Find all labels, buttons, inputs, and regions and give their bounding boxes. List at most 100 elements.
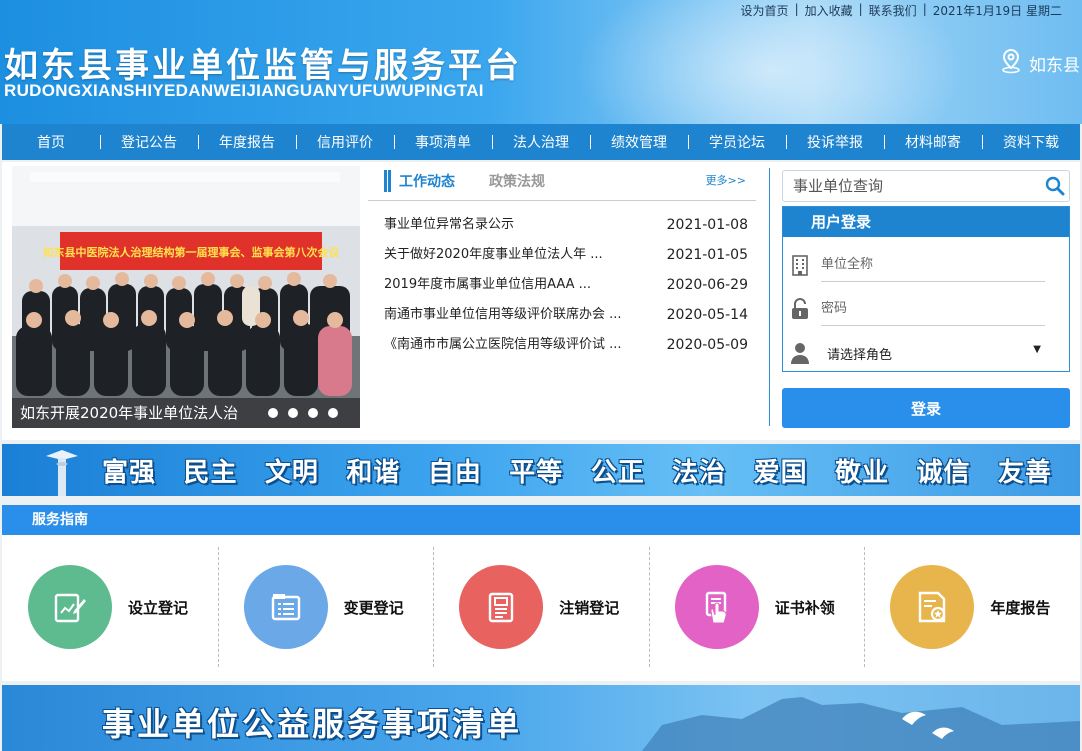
news-slideshow[interactable]: 如东县中医院法人治理结构第一届理事会、监事会第八次会议 如东开展2020年事业单… [12,166,360,428]
tab-work-news[interactable]: 工作动态 [399,171,455,191]
nav-item-item-list[interactable]: 事项清单 [394,132,492,152]
login-box: 用户登录 请选择角色 ▼ [782,206,1070,372]
value-word: 文明 [264,457,319,488]
divider [368,200,756,201]
nav-item-home[interactable]: 首页 [2,132,100,152]
core-values-banner: 富强 民主 文明 和谐 自由 平等 公正 法治 爱国 敬业 诚信 友善 [2,444,1080,496]
news-title: 关于做好2020年度事业单位法人年 ... [384,247,603,262]
login-button[interactable]: 登录 [782,388,1070,428]
nav-item-mail[interactable]: 材料邮寄 [884,132,982,152]
main-panel: 如东县中医院法人治理结构第一届理事会、监事会第八次会议 如东开展2020年事业单… [2,162,1080,440]
value-word: 自由 [427,457,482,488]
vertical-divider [769,168,770,426]
value-word: 诚信 [916,457,971,488]
value-word: 富强 [102,457,157,488]
service-label: 设立登记 [128,598,189,617]
service-certificate-reissue[interactable]: 证书补领 [648,547,865,667]
unit-search-box [782,170,1070,202]
role-row: 请选择角色 ▼ [783,331,1071,375]
login-title: 用户登录 [783,207,1069,237]
site-header: 设为首页 | 加入收藏 | 联系我们 | 2021年1月19日 星期二 如东县事… [0,0,1082,124]
core-values-words: 富强 民主 文明 和谐 自由 平等 公正 法治 爱国 敬业 诚信 友善 [102,444,1052,496]
divider: | [794,2,799,16]
add-favorite-link[interactable]: 加入收藏 [805,2,853,19]
user-icon [783,342,817,364]
slide-dot[interactable] [328,408,338,418]
news-date: 2020-06-29 [666,277,748,293]
news-date: 2020-05-09 [666,337,748,353]
service-label: 变更登记 [343,598,404,617]
news-item[interactable]: 2019年度市属事业单位信用AAA ... 2020-06-29 [384,270,748,300]
role-select[interactable]: 请选择角色 ▼ [827,344,1041,363]
service-change-registration[interactable]: 变更登记 [217,547,434,667]
nav-item-credit-rating[interactable]: 信用评价 [296,132,394,152]
huabiao-pillar-icon [46,450,78,496]
location-name: 如东县 [1029,56,1080,76]
news-item[interactable]: 关于做好2020年度事业单位法人年 ... 2021-01-05 [384,240,748,270]
edit-document-icon [28,565,112,649]
nav-item-complaint[interactable]: 投诉举报 [786,132,884,152]
unit-name-row [783,243,1071,287]
service-guide: 服务指南 设立登记 变更登记 注销登记 证书补领 年度报告 [2,505,1080,681]
unit-search-input[interactable] [783,171,1041,201]
news-item[interactable]: 事业单位异常名录公示 2021-01-08 [384,210,748,240]
slide-banner-text: 如东县中医院法人治理结构第一届理事会、监事会第八次会议 [43,245,341,259]
service-guide-items: 设立登记 变更登记 注销登记 证书补领 年度报告 [2,547,1080,667]
value-word: 公正 [590,457,645,488]
password-row [783,287,1071,331]
search-icon[interactable] [1041,172,1069,200]
slide-dot[interactable] [268,408,278,418]
current-date: 2021年1月19日 星期二 [932,4,1062,18]
divider: | [922,2,927,16]
location-pin-icon [999,48,1023,79]
nav-item-forum[interactable]: 学员论坛 [688,132,786,152]
public-service-list-title: 事业单位公益服务事项清单 [102,705,523,743]
tab-marker [384,170,391,192]
tab-policy[interactable]: 政策法规 [489,171,545,191]
unit-name-input[interactable] [821,248,1045,282]
service-label: 注销登记 [559,598,620,617]
public-service-list-banner[interactable]: 事业单位公益服务事项清单 [2,685,1080,751]
news-title: 事业单位异常名录公示 [384,217,515,232]
value-word: 民主 [183,457,238,488]
password-input[interactable] [821,292,1045,326]
service-cancel-registration[interactable]: 注销登记 [433,547,649,667]
news-date: 2021-01-05 [666,247,748,263]
news-panel: 工作动态 政策法规 更多>> 事业单位异常名录公示 2021-01-08 关于做好… [368,166,760,428]
group-photo-image: 如东县中医院法人治理结构第一届理事会、监事会第八次会议 [12,166,360,428]
news-item[interactable]: 《南通市市属公立医院信用等级评价试 ... 2020-05-09 [384,330,748,360]
news-more-link[interactable]: 更多>> [706,172,746,188]
slide-dot[interactable] [288,408,298,418]
slide-indicators [268,408,338,418]
value-word: 平等 [509,457,564,488]
news-date: 2021-01-08 [666,217,748,233]
news-list: 事业单位异常名录公示 2021-01-08 关于做好2020年度事业单位法人年 .… [384,210,748,360]
main-nav: 首页 登记公告 年度报告 信用评价 事项清单 法人治理 绩效管理 学员论坛 投诉… [2,124,1080,160]
news-tabs: 工作动态 政策法规 [384,166,545,196]
service-annual-report[interactable]: 年度报告 [864,547,1080,667]
contact-link[interactable]: 联系我们 [869,2,917,19]
nav-item-governance[interactable]: 法人治理 [492,132,590,152]
set-home-link[interactable]: 设为首页 [741,2,789,19]
nav-item-registration-notice[interactable]: 登记公告 [100,132,198,152]
top-utility-bar: 设为首页 | 加入收藏 | 联系我们 | 2021年1月19日 星期二 [741,2,1062,19]
lock-icon [783,298,817,320]
service-guide-title: 服务指南 [2,505,1080,535]
building-icon [783,254,817,276]
cancel-document-icon [459,565,544,649]
news-title: 南通市事业单位信用等级评价联席办会 ... [384,307,622,322]
site-title: 如东县事业单位监管与服务平台 [4,46,522,86]
site-subtitle: RUDONGXIANSHIYEDANWEIJIANGUANYUFUWUPINGT… [4,81,484,100]
service-label: 年度报告 [990,598,1051,617]
nav-item-download[interactable]: 资料下载 [982,132,1080,152]
news-item[interactable]: 南通市事业单位信用等级评价联席办会 ... 2020-05-14 [384,300,748,330]
annual-report-icon [890,565,975,649]
slide-dot[interactable] [308,408,318,418]
location-selector[interactable]: 如东县 [999,48,1080,79]
news-title: 2019年度市属事业单位信用AAA ... [384,277,592,292]
divider: | [858,2,863,16]
nav-item-annual-report[interactable]: 年度报告 [198,132,296,152]
nav-item-performance[interactable]: 绩效管理 [590,132,688,152]
service-setup-registration[interactable]: 设立登记 [2,547,218,667]
news-date: 2020-05-14 [666,307,748,323]
